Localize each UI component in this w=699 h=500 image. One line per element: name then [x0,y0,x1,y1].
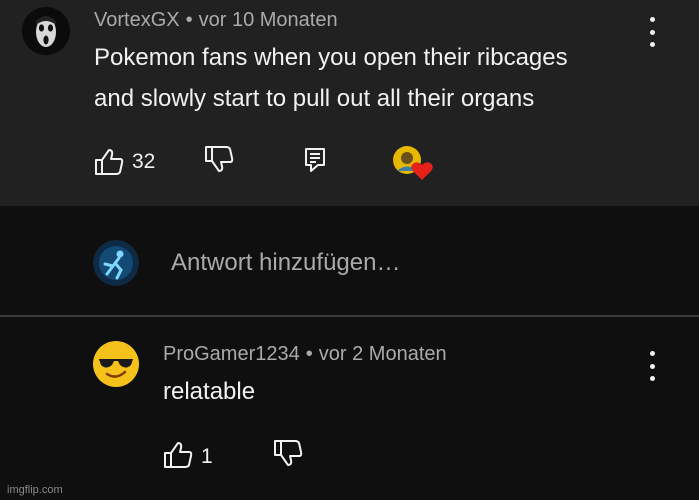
reply-time[interactable]: vor 2 Monaten [319,343,447,365]
more-vert-icon[interactable] [645,351,659,381]
dislike-icon[interactable] [203,143,235,175]
reply-icon[interactable] [302,146,330,174]
dislike-icon[interactable] [272,437,304,469]
author-name[interactable]: VortexGX [94,9,180,31]
reply-author-avatar[interactable] [92,340,140,388]
comment-time[interactable]: vor 10 Monaten [199,9,338,31]
add-reply-input[interactable]: Antwort hinzufügen… [171,249,400,277]
like-icon[interactable] [93,146,125,178]
reply-meta: ProGamer1234 • vor 2 Monaten [163,343,447,366]
like-icon[interactable] [162,439,194,471]
creator-heart-icon [391,144,433,182]
like-count: 32 [132,150,156,173]
imgflip-watermark: imgflip.com [7,484,63,496]
reply-author-name[interactable]: ProGamer1234 [163,343,300,365]
reply-like-count: 1 [201,445,213,468]
divider [0,315,699,317]
comment-text-line-2: and slowly start to pull out all their o… [94,85,535,112]
reply-text: relatable [163,378,256,405]
separator-dot: • [305,343,313,365]
user-avatar [93,240,139,286]
comment-text-line-1: Pokemon fans when you open their ribcage… [94,44,568,71]
comment-meta: VortexGX • vor 10 Monaten [94,9,338,32]
more-vert-icon[interactable] [645,17,659,47]
author-avatar[interactable] [22,7,70,55]
separator-dot: • [185,9,193,31]
